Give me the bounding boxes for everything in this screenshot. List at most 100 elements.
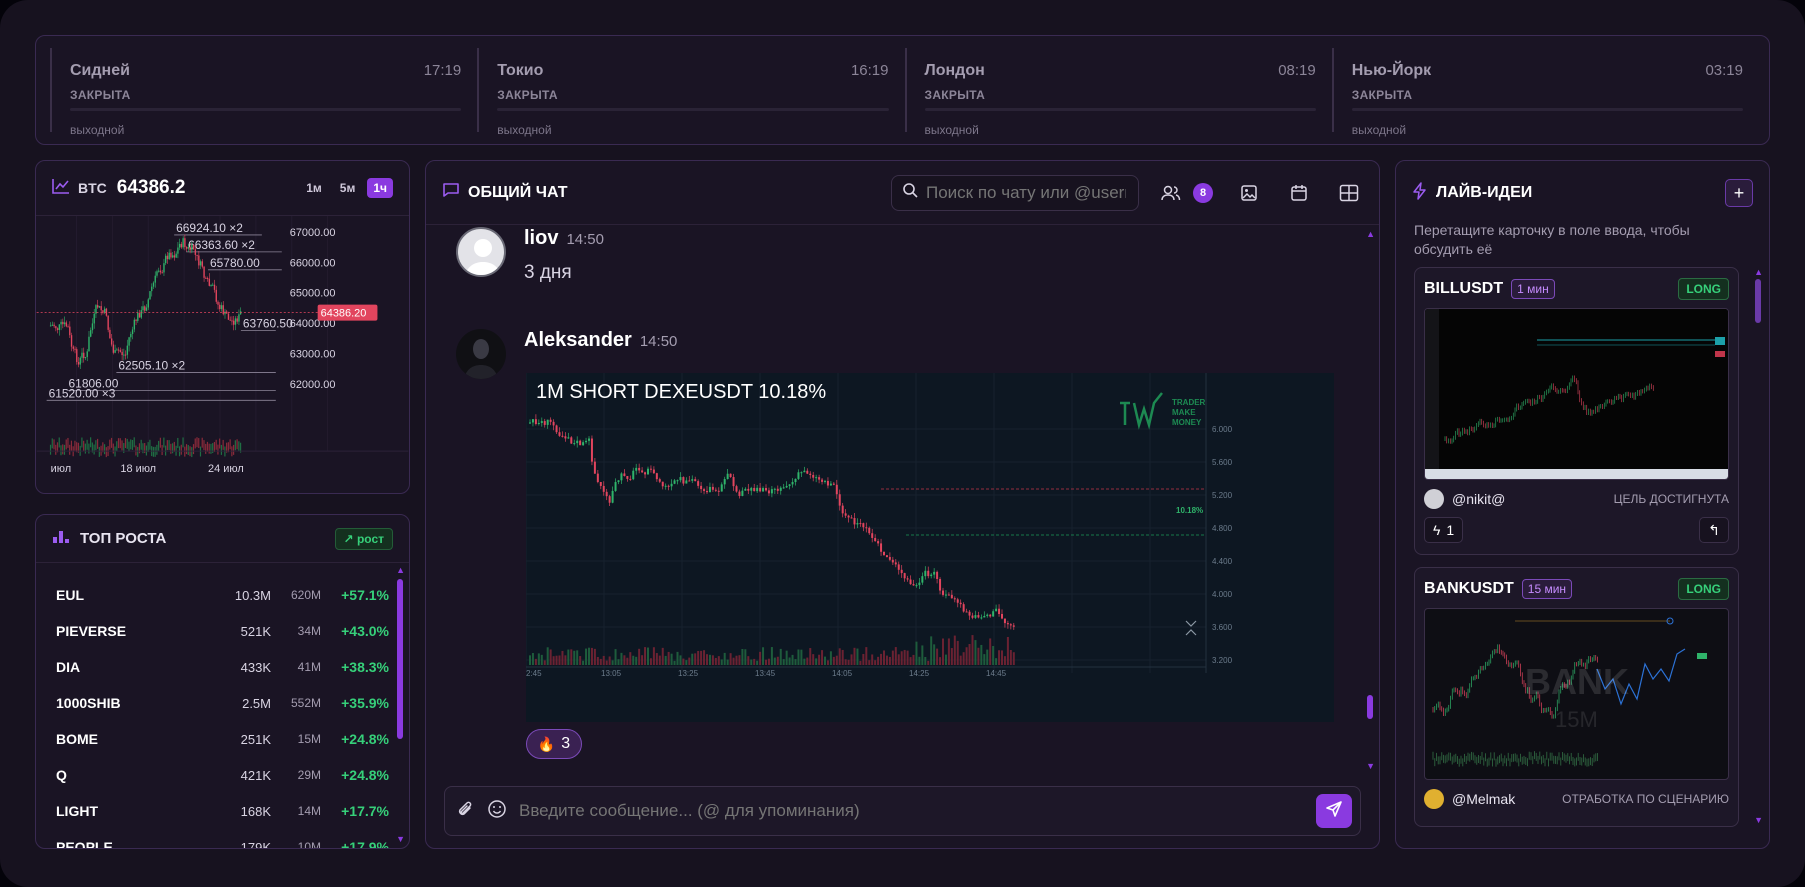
x-tick-label: 13:05	[601, 669, 622, 678]
idea-timeframe: 1 мин	[1511, 279, 1555, 299]
idea-author[interactable]: @nikit@	[1452, 491, 1505, 507]
add-idea-button[interactable]: +	[1725, 179, 1753, 207]
preview-volume	[1434, 758, 1436, 767]
message-image-attachment[interactable]: 6.000 5.600 5.200 4.800 4.400 4.000 3.600 3.200…	[526, 373, 1334, 722]
scroll-down-arrow[interactable]: ▼	[1754, 815, 1763, 825]
chat-message[interactable]: Aleksander 14:50	[456, 329, 677, 379]
search-input[interactable]	[926, 182, 1126, 203]
paperclip-icon[interactable]	[455, 799, 475, 824]
idea-card[interactable]: BILLUSDT 1 мин LONG @nikit@ ЦЕЛЬ ДОСТИГН…	[1414, 267, 1739, 555]
chat-search[interactable]	[891, 174, 1139, 211]
idea-card[interactable]: BANKUSDT 15 мин LONG BANK 15M @Melmak ОТ…	[1414, 567, 1739, 827]
avatar[interactable]	[456, 329, 506, 379]
list-item[interactable]: LIGHT 168K 14M +17.7%	[56, 793, 389, 829]
avatar[interactable]	[456, 227, 506, 277]
volume-bar	[942, 638, 944, 665]
candle-body	[95, 305, 97, 314]
reaction-fire[interactable]: 🔥 3	[526, 729, 582, 759]
candle-body	[655, 473, 658, 480]
idea-screenshot[interactable]: BANK 15M	[1424, 608, 1729, 780]
list-item[interactable]: Q 421K 29M +24.8%	[56, 757, 389, 793]
candle-body	[564, 436, 567, 439]
send-button[interactable]	[1316, 794, 1352, 828]
message-time: 14:50	[639, 333, 678, 350]
image-icon[interactable]	[1235, 179, 1263, 207]
scrollbar[interactable]	[1755, 279, 1761, 323]
candle-body	[81, 352, 83, 358]
timeframe-1m[interactable]: 1м	[300, 178, 328, 198]
layout-grid-icon[interactable]	[1335, 179, 1363, 207]
candle-body	[779, 487, 782, 491]
scroll-up-arrow[interactable]: ▲	[1754, 267, 1763, 277]
scroll-down-arrow[interactable]: ▼	[396, 834, 405, 844]
list-item[interactable]: EUL 10.3M 620M +57.1%	[56, 577, 389, 613]
attachment-title: 1M SHORT DEXEUSDT 10.18%	[536, 381, 827, 403]
idea-screenshot[interactable]	[1424, 308, 1729, 480]
preview-volume	[1572, 756, 1574, 765]
candle-body	[773, 488, 776, 490]
idea-side-badge: LONG	[1678, 578, 1729, 600]
level-label: 62505.10 ×2	[118, 358, 185, 372]
list-item[interactable]: 1000SHIB 2.5M 552M +35.9%	[56, 685, 389, 721]
scroll-down-arrow[interactable]: ▼	[1366, 761, 1375, 771]
candle-body	[233, 320, 235, 325]
preview-volume	[1563, 753, 1565, 762]
avatar[interactable]	[1424, 789, 1444, 809]
idea-author[interactable]: @Melmak	[1452, 791, 1515, 807]
message-input[interactable]	[519, 801, 1304, 821]
timeframe-5m[interactable]: 5м	[334, 178, 362, 198]
preview-volume	[1569, 756, 1570, 765]
candle-body	[658, 479, 661, 482]
list-item[interactable]: BOME 251K 15M +24.8%	[56, 721, 389, 757]
chat-message[interactable]: liov 14:50 3 дня	[456, 227, 604, 284]
scroll-up-arrow[interactable]: ▲	[396, 565, 405, 575]
btc-symbol: BTC	[78, 180, 107, 196]
growth-filter-badge[interactable]: ↗ рост	[334, 527, 393, 550]
volume-bar	[862, 653, 865, 665]
volume-bar	[770, 647, 773, 665]
volume-bar	[86, 439, 88, 450]
volume-bar	[205, 443, 207, 454]
boost-button[interactable]: ϟ1	[1424, 517, 1464, 543]
y-tick-label: 5.600	[1212, 458, 1233, 467]
list-item[interactable]: PIEVERSE 521K 34M +43.0%	[56, 613, 389, 649]
scroll-up-arrow[interactable]: ▲	[1366, 229, 1375, 239]
candle-body	[723, 479, 726, 485]
candle-body	[110, 338, 113, 345]
idea-status: ОТРАБОТКА ПО СЦЕНАРИЮ	[1562, 792, 1729, 806]
timeframe-1h[interactable]: 1ч	[367, 178, 393, 198]
avatar[interactable]	[1424, 489, 1444, 509]
btc-candlestick-chart[interactable]: 67000.0066000.0065000.0064000.0063000.00…	[36, 215, 409, 493]
reply-button[interactable]: ↰	[1699, 517, 1729, 543]
message-author[interactable]: liov	[524, 227, 558, 249]
volume-bar	[163, 437, 165, 448]
preview-volume	[1478, 754, 1479, 763]
preview-volume	[1537, 755, 1539, 764]
preview-price-tag	[1715, 351, 1725, 357]
volume-bar	[192, 444, 195, 455]
volume-bar	[679, 655, 682, 665]
users-icon[interactable]	[1157, 179, 1185, 207]
volume-bar	[847, 659, 850, 665]
scrollbar[interactable]	[397, 579, 403, 739]
message-author[interactable]: Aleksander	[524, 329, 632, 351]
candle-body	[166, 255, 169, 260]
preview-volume	[1556, 756, 1558, 765]
list-item[interactable]: DIA 433K 41M +38.3%	[56, 649, 389, 685]
calendar-icon[interactable]	[1285, 179, 1313, 207]
volume-bar	[154, 446, 156, 457]
volume-bar	[989, 638, 992, 665]
level-label: 66363.60 ×2	[188, 238, 255, 252]
volume-bar	[168, 440, 170, 451]
app-frame: Сидней 17:19 ЗАКРЫТА выходной Токио 16:19 …	[0, 0, 1805, 887]
scrollbar[interactable]	[1367, 695, 1373, 719]
reaction-count: 3	[561, 735, 571, 752]
preview-volume	[1565, 754, 1567, 763]
volume-bar	[55, 444, 57, 455]
volume-bar	[119, 438, 121, 449]
emoji-icon[interactable]	[487, 799, 507, 824]
volume-bar	[856, 648, 859, 665]
search-icon	[902, 182, 918, 203]
list-item[interactable]: PEOPLE 179K 10M +17.9%	[56, 829, 389, 848]
volume-bar	[835, 655, 838, 665]
